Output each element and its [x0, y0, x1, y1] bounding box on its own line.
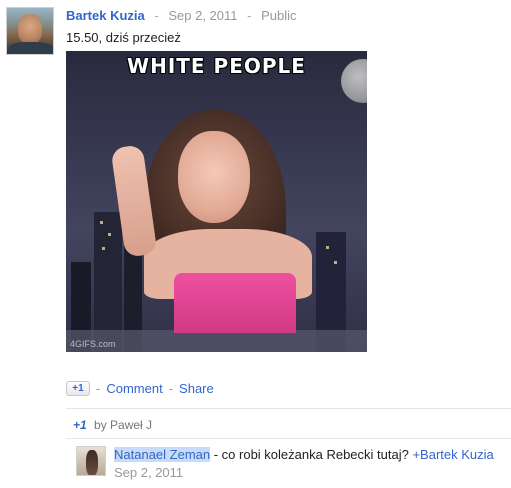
post-visibility[interactable]: Public — [261, 8, 296, 23]
comment-link[interactable]: Comment — [106, 381, 162, 396]
plus-ones-text: by Paweł J — [94, 418, 153, 432]
gif-caption: WHITE PEOPLE — [127, 54, 306, 78]
share-link[interactable]: Share — [179, 381, 214, 396]
woman-pink-top — [174, 273, 296, 333]
header-separator: - — [154, 8, 159, 23]
post-author-link[interactable]: Bartek Kuzia — [66, 8, 145, 23]
window-light — [102, 247, 105, 250]
header-separator: - — [247, 8, 252, 23]
avatar-figure — [86, 450, 98, 475]
avatar-shirt — [9, 42, 53, 54]
commenter-avatar[interactable] — [76, 446, 106, 476]
plus-one-button[interactable]: +1 — [66, 381, 90, 396]
window-light — [326, 246, 329, 249]
comment-text: - co robi koleżanka Rebecki tutaj? — [210, 447, 413, 462]
plus-one-badge: +1 — [73, 418, 87, 432]
window-light — [108, 233, 111, 236]
comment-item: Natanael Zeman - co robi koleżanka Rebec… — [114, 447, 494, 462]
post-header: Bartek Kuzia - Sep 2, 2011 - Public — [66, 8, 297, 23]
gif-watermark: 4GIFS.com — [70, 339, 116, 349]
post-date[interactable]: Sep 2, 2011 — [168, 8, 237, 23]
post-gif-image[interactable]: WHITE PEOPLE 4GIFS.com — [66, 51, 367, 352]
action-separator: - — [168, 381, 174, 396]
post-actions: +1 - Comment - Share — [66, 381, 214, 396]
divider — [66, 408, 511, 409]
comment-author-link[interactable]: Natanael Zeman — [114, 447, 211, 462]
comment-date: Sep 2, 2011 — [114, 465, 184, 480]
woman-face — [178, 131, 250, 223]
window-light — [334, 261, 337, 264]
window-light — [100, 221, 103, 224]
comment-mention-link[interactable]: +Bartek Kuzia — [412, 447, 493, 462]
post-text: 15.50, dziś przecież — [66, 30, 181, 45]
avatar-face — [18, 14, 42, 44]
author-avatar[interactable] — [6, 7, 54, 55]
divider — [66, 438, 511, 439]
action-separator: - — [96, 381, 101, 396]
plus-ones-summary[interactable]: +1 by Paweł J — [73, 418, 152, 432]
